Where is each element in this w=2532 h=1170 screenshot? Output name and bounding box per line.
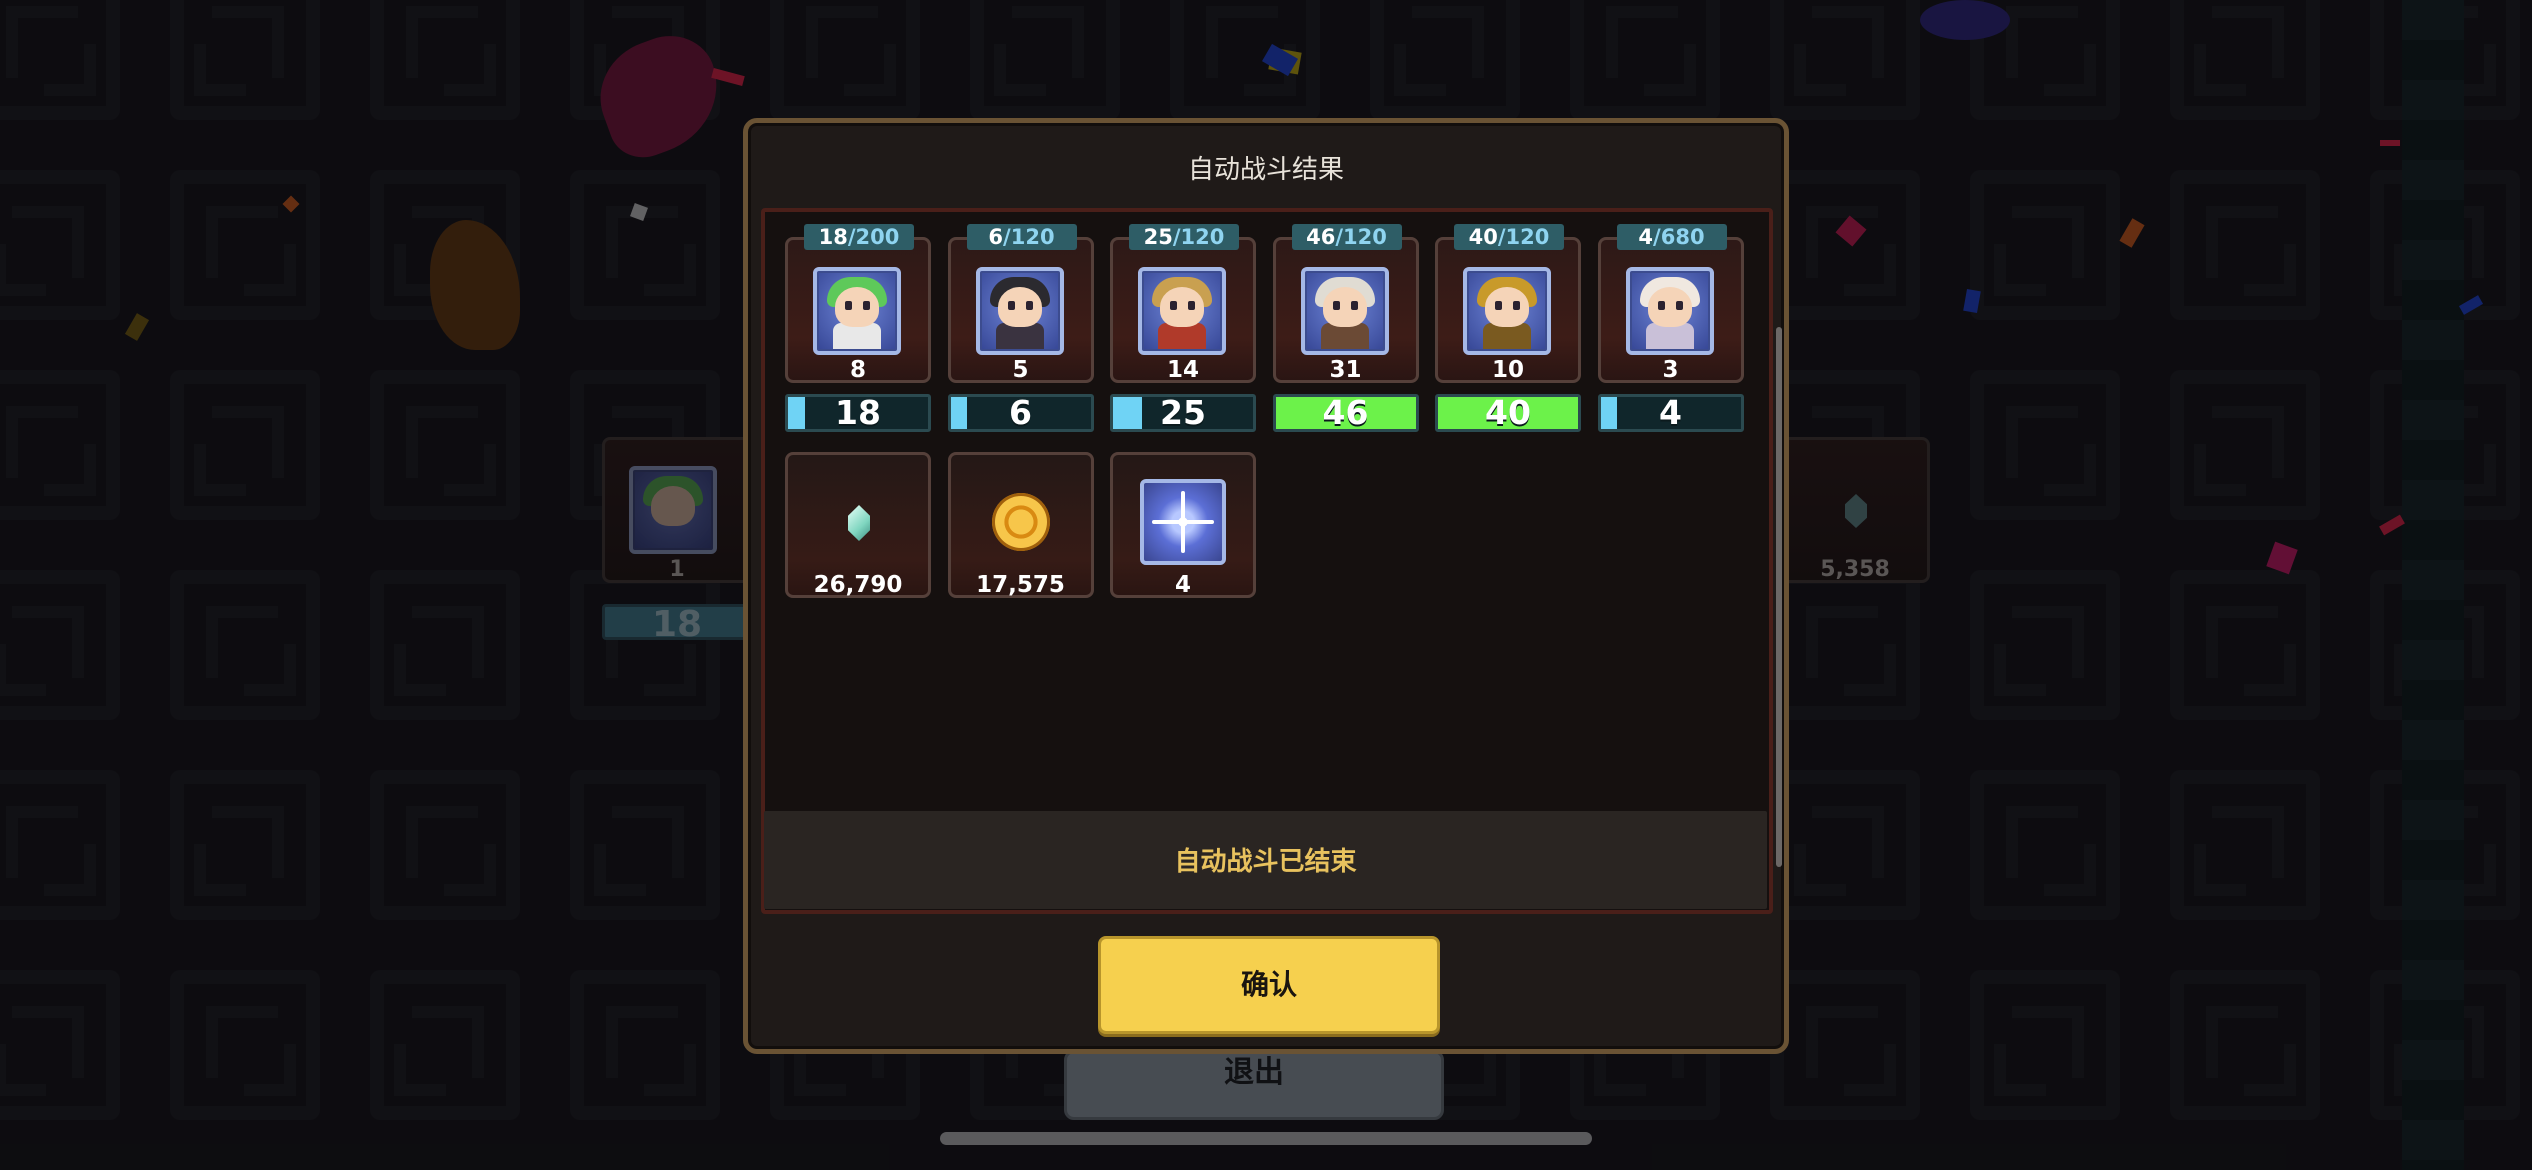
shard-max: 120 [1343, 225, 1387, 249]
hero-card[interactable]: 46/120 31 [1272, 224, 1419, 383]
progress-value: 18 [835, 394, 881, 432]
hero-level: 31 [1329, 357, 1362, 383]
hero-level: 3 [1662, 357, 1679, 383]
shard-collected: 40 [1468, 225, 1498, 249]
hero-progress-bar: 25 [1110, 394, 1256, 432]
progress-value: 25 [1160, 394, 1206, 432]
progress-value: 46 [1322, 394, 1369, 432]
hero-portrait-icon [1463, 267, 1551, 355]
shard-collected: 46 [1306, 225, 1336, 249]
shard-collected: 25 [1143, 225, 1173, 249]
reward-amount: 17,575 [976, 572, 1065, 598]
shard-collected: 6 [988, 225, 1004, 249]
battle-status-text: 自动战斗已结束 [1174, 847, 1357, 877]
hero-progress-bar: 18 [785, 394, 931, 432]
shard-collected: 18 [818, 225, 848, 249]
crystal-icon [848, 505, 870, 541]
shard-max: 120 [1180, 225, 1225, 249]
sparkle-box-icon [1140, 479, 1226, 565]
shard-count-tag: 46/120 [1291, 224, 1402, 250]
shard-collected: 4 [1638, 225, 1654, 249]
hero-level: 10 [1491, 357, 1524, 383]
shard-count-tag: 40/120 [1454, 224, 1564, 250]
progress-value: 40 [1485, 394, 1531, 432]
auto-battle-result-dialog: 自动战斗结果 18/200 8 18 6/120 5 6 25/120 14 25 46/120 3… [743, 118, 1789, 1054]
shard-count-tag: 4/680 [1616, 224, 1727, 250]
hero-progress-bar: 6 [947, 394, 1094, 432]
hero-level: 14 [1166, 357, 1199, 383]
dialog-title: 自动战斗结果 [1187, 155, 1344, 185]
hero-card[interactable]: 6/120 5 [947, 224, 1094, 383]
progress-value: 6 [1009, 394, 1032, 432]
hero-progress-bar: 4 [1597, 394, 1744, 432]
hero-portrait-icon [1300, 267, 1389, 355]
reward-card[interactable]: 4 [1110, 452, 1256, 598]
shard-max: 120 [1505, 225, 1550, 249]
hero-level: 5 [1012, 357, 1029, 383]
hero-progress-bar: 40 [1435, 394, 1581, 432]
hero-card[interactable]: 25/120 14 [1110, 224, 1256, 383]
results-panel: 18/200 8 18 6/120 5 6 25/120 14 25 46/120 31 46 40/1… [761, 208, 1782, 914]
hero-portrait-icon [975, 267, 1064, 355]
gold-coin-icon [991, 493, 1050, 551]
hero-card[interactable]: 40/120 10 [1435, 224, 1581, 383]
reward-card[interactable]: 17,575 [947, 452, 1094, 598]
hero-portrait-icon [1625, 267, 1714, 355]
home-indicator[interactable] [940, 1132, 1592, 1145]
hero-card[interactable]: 4/680 3 [1597, 224, 1744, 383]
status-panel: 自动战斗已结束 [764, 811, 1767, 909]
reward-amount: 4 [1174, 572, 1191, 598]
shard-max: 120 [1010, 225, 1055, 249]
shard-max: 680 [1660, 225, 1705, 249]
reward-amount: 26,790 [813, 572, 903, 598]
shard-count-tag: 18/200 [804, 224, 914, 250]
progress-value: 4 [1659, 394, 1682, 432]
hero-card[interactable]: 18/200 8 [785, 224, 931, 383]
hero-portrait-icon [813, 267, 901, 355]
shard-max: 200 [855, 225, 900, 249]
shard-count-tag: 6/120 [966, 224, 1077, 250]
hero-level: 8 [849, 357, 866, 383]
hero-progress-bar: 46 [1272, 394, 1419, 432]
shard-count-tag: 25/120 [1129, 224, 1239, 250]
reward-card[interactable]: 26,790 [785, 452, 931, 598]
confirm-button[interactable]: 确认 [1098, 936, 1440, 1034]
hero-portrait-icon [1138, 267, 1226, 355]
results-scrollbar[interactable] [1776, 327, 1782, 867]
